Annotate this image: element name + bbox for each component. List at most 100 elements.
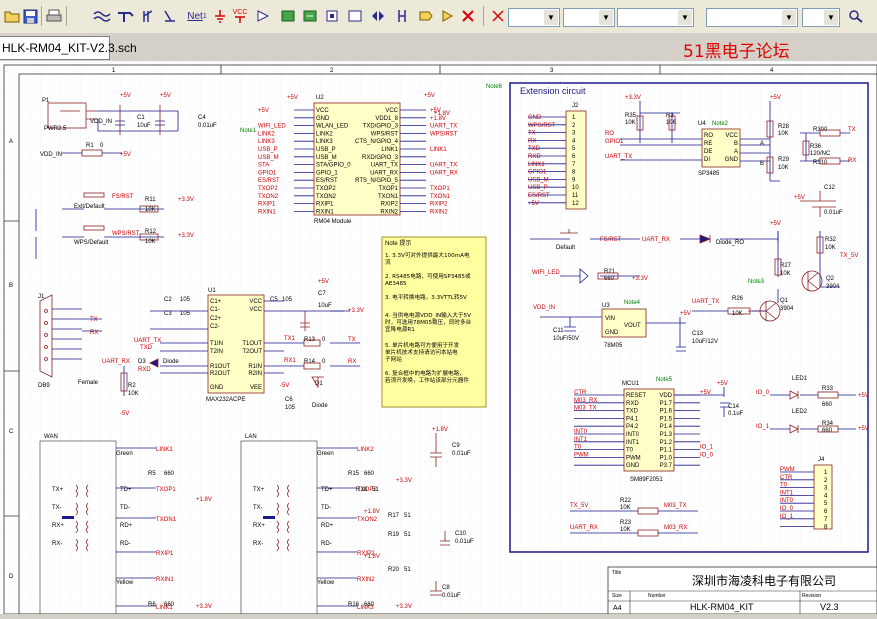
j4-ref: J4 [818, 457, 825, 463]
r11-ref: R11 [145, 197, 156, 203]
note-line: 1. 3.3V可对外提供最大100mA电 [385, 251, 470, 259]
ground-icon[interactable] [210, 5, 230, 27]
yellow-led-label: Yellow [116, 580, 134, 586]
r16-ref: R16 [348, 602, 360, 608]
net-a: A [760, 141, 764, 147]
bus-entry-icon[interactable] [139, 5, 159, 27]
mag-pin-b: TD+ [321, 487, 333, 493]
exit-default-label: Exit/Default [74, 204, 105, 210]
c14-val: 0.1uF [728, 411, 744, 417]
u2-pin-left: USB_M [316, 155, 337, 161]
wps-default-label: WPS/Default [74, 240, 109, 246]
c4-ref: C4 [198, 115, 206, 121]
mcu-pin-left: RESET [626, 393, 646, 399]
mcu-pin-right: P1.2 [660, 440, 673, 446]
image-icon[interactable] [416, 5, 436, 27]
note-line: 子网站 [385, 355, 402, 363]
play-icon[interactable] [438, 5, 458, 27]
u2-pin-right: RXD/GPIO_3 [362, 155, 399, 161]
power-1v8: +1.8V [364, 509, 380, 515]
r15-val: 660 [364, 471, 375, 477]
u1-pin-left: C1+ [210, 299, 222, 305]
m03-tx-net: M03_TX [664, 503, 687, 509]
print-icon[interactable] [44, 5, 64, 27]
r27-val: 10K [780, 271, 791, 277]
part-icon[interactable] [254, 5, 274, 27]
off-sheet-icon[interactable] [345, 5, 365, 27]
filter-combo-4[interactable]: ▼ [706, 8, 798, 27]
port-icon[interactable] [322, 5, 342, 27]
net-label-icon[interactable]: Net 1 [184, 5, 210, 27]
u2-net-right: TXOP1 [430, 186, 450, 192]
mag-pin-b: RD- [120, 541, 131, 547]
mcu-pin-left: P4.1 [626, 416, 639, 422]
r22-val: 10K [620, 505, 631, 511]
tab-document[interactable]: HLK-RM04_KIT-V2.3.sch [0, 36, 137, 60]
r11-val: 10K [145, 207, 156, 213]
u2-pin-right: UART_TX [371, 163, 398, 169]
r12-ref: R12 [145, 229, 157, 235]
power-5v: +5V [770, 95, 781, 101]
r32-ref: R32 [825, 237, 837, 243]
sheet-entry-icon[interactable] [300, 5, 320, 27]
u4-pin-right: VCC [725, 133, 738, 139]
bus-icon[interactable] [115, 5, 135, 27]
u2-net-left: USB_M [258, 155, 279, 161]
note-line: 若须开发唤，工作站该部分元器件 [385, 376, 469, 384]
directive-icon[interactable] [392, 5, 412, 27]
d2-val: Diode_RO [716, 240, 744, 246]
u1-pin-right: T2OUT [242, 349, 262, 355]
vcc-icon[interactable]: VCC [230, 5, 250, 27]
folder-open-icon[interactable] [2, 5, 22, 27]
u1-pin-left: C1- [210, 307, 220, 313]
u1-pin-right: R1IN [248, 364, 262, 370]
u2-pin-right: RXIP2 [381, 202, 399, 208]
j2-net: LINK1 [528, 162, 545, 168]
net-label-entry-icon[interactable] [160, 5, 180, 27]
u2-net-right: WPS/RST [430, 131, 458, 137]
mcu-pin-right: P1.5 [660, 416, 673, 422]
zoom-icon[interactable] [846, 5, 866, 27]
mcu-net-left: T0 [574, 445, 582, 451]
c6-val: 105 [285, 405, 296, 411]
filter-combo-1[interactable]: ▼ [508, 8, 560, 27]
r36-ref: R36 [810, 144, 822, 150]
j4-net: INT1 [780, 490, 794, 496]
u2-net-right: RXIN2 [430, 209, 448, 215]
net-tx: TX [348, 337, 356, 343]
j2-net: WPS/RST [528, 123, 556, 129]
no-erc-icon[interactable] [458, 5, 478, 27]
save-icon[interactable] [20, 5, 40, 27]
mcu1-ref: MCU1 [622, 381, 640, 387]
cross-icon[interactable] [488, 5, 508, 27]
note-line: AE3485 [385, 281, 407, 287]
u2-net-right: LINK1 [430, 147, 447, 153]
filter-combo-5[interactable]: ▼ [802, 8, 840, 27]
mcu-net-right: IO_1 [700, 445, 714, 451]
uart-rx-net: UART_RX [102, 359, 130, 365]
p1-label: PWR2.5 [44, 126, 67, 132]
wire-icon[interactable] [92, 5, 112, 27]
net-rx: RX [348, 359, 356, 365]
mcu1-name: SM89F2051 [630, 477, 663, 483]
u3-vin: VIN [605, 316, 615, 322]
wan-label: WAN [44, 434, 58, 440]
border-letter: D [9, 574, 14, 580]
lan-label: LAN [245, 434, 257, 440]
net-tx: TX [848, 127, 856, 133]
note-title: Note 提示 [385, 239, 411, 247]
filter-combo-3[interactable]: ▼ [617, 8, 694, 27]
r27-ref: R27 [780, 263, 792, 269]
u1-pin-left: R2OUT [210, 371, 231, 377]
note-line: 6. 复合框中的电路为扩展电路， [385, 369, 465, 377]
extension-title: Extension circuit [520, 86, 586, 96]
transformer-core [62, 516, 74, 519]
filter-combo-2[interactable]: ▼ [563, 8, 615, 27]
power-5v: +5V [794, 195, 805, 201]
net-b: B [760, 161, 764, 167]
mcu-net-left: M03_TX [574, 406, 597, 412]
junction-icon[interactable] [368, 5, 388, 27]
c7-ref: C7 [318, 291, 326, 297]
r28-val: 10K [778, 131, 789, 137]
sheet-symbol-icon[interactable] [278, 5, 298, 27]
